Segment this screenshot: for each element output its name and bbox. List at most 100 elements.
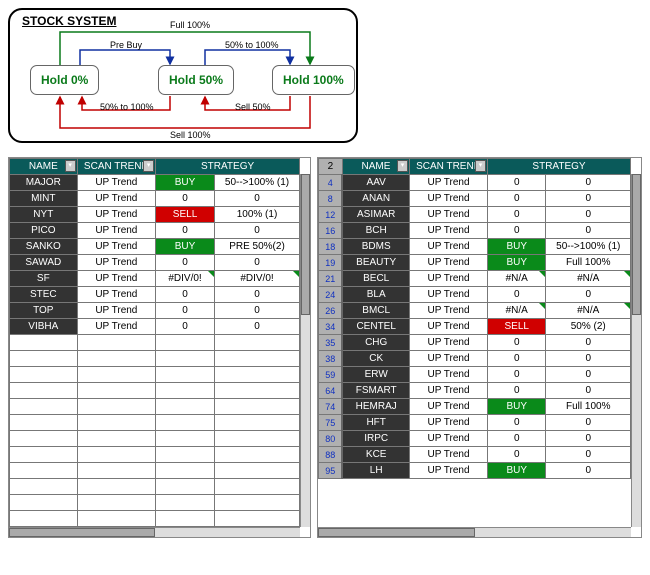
dropdown-icon[interactable]: ▾ [397,160,408,172]
name-cell[interactable]: BDMS [342,239,409,255]
signal-cell[interactable]: #DIV/0! [156,271,215,287]
name-cell[interactable]: CENTEL [342,319,409,335]
value-cell[interactable]: 0 [214,319,299,335]
scan-cell[interactable]: UP Trend [77,271,156,287]
table-row[interactable] [10,447,300,463]
scan-cell[interactable]: UP Trend [77,303,156,319]
value-cell[interactable]: 0 [214,255,299,271]
col-strategy[interactable]: STRATEGY [156,159,300,175]
signal-cell[interactable]: BUY [488,399,546,415]
table-row[interactable] [10,367,300,383]
rownum-cell[interactable]: 74 [319,399,343,415]
value-cell[interactable]: #DIV/0! [214,271,299,287]
rownum-cell[interactable]: 21 [319,271,343,287]
value-cell[interactable]: 50-->100% (1) [546,239,631,255]
name-cell[interactable]: SAWAD [10,255,78,271]
table-row[interactable] [10,415,300,431]
col-name[interactable]: NAME▾ [342,159,409,175]
rownum-cell[interactable]: 95 [319,463,343,479]
table-row[interactable]: 64FSMARTUP Trend00 [319,383,631,399]
scan-cell[interactable]: UP Trend [410,191,488,207]
scan-cell[interactable]: UP Trend [410,431,488,447]
scan-cell[interactable]: UP Trend [410,223,488,239]
signal-cell[interactable]: 0 [488,335,546,351]
name-cell[interactable]: LH [342,463,409,479]
scan-cell[interactable]: UP Trend [410,335,488,351]
signal-cell[interactable]: BUY [156,239,215,255]
table-row[interactable]: 35CHGUP Trend00 [319,335,631,351]
scrollbar-vertical[interactable] [300,174,310,527]
value-cell[interactable]: 0 [214,287,299,303]
dropdown-icon[interactable]: ▾ [143,160,154,172]
scrollbar-horizontal[interactable] [318,527,631,537]
value-cell[interactable]: 0 [546,335,631,351]
table-row[interactable]: 18BDMSUP TrendBUY50-->100% (1) [319,239,631,255]
signal-cell[interactable]: BUY [488,239,546,255]
signal-cell[interactable]: 0 [488,447,546,463]
value-cell[interactable]: 50% (2) [546,319,631,335]
value-cell[interactable]: 0 [546,383,631,399]
name-cell[interactable]: CHG [342,335,409,351]
signal-cell[interactable]: 0 [488,351,546,367]
signal-cell[interactable]: #N/A [488,271,546,287]
rownum-cell[interactable]: 4 [319,175,343,191]
rownum-cell[interactable]: 80 [319,431,343,447]
scan-cell[interactable]: UP Trend [410,463,488,479]
table-row[interactable]: MINTUP Trend00 [10,191,300,207]
value-cell[interactable]: Full 100% [546,255,631,271]
signal-cell[interactable]: 0 [488,383,546,399]
name-cell[interactable]: BLA [342,287,409,303]
signal-cell[interactable]: BUY [156,175,215,191]
signal-cell[interactable]: 0 [488,367,546,383]
scan-cell[interactable]: UP Trend [410,367,488,383]
table-row[interactable] [10,399,300,415]
signal-cell[interactable]: BUY [488,463,546,479]
scan-cell[interactable]: UP Trend [77,239,156,255]
name-cell[interactable]: MAJOR [10,175,78,191]
signal-cell[interactable]: 0 [156,255,215,271]
scan-cell[interactable]: UP Trend [410,303,488,319]
value-cell[interactable]: 50-->100% (1) [214,175,299,191]
col-scan[interactable]: SCAN TREND▾ [77,159,156,175]
table-row[interactable]: TOPUP Trend00 [10,303,300,319]
table-row[interactable]: STECUP Trend00 [10,287,300,303]
rownum-cell[interactable]: 8 [319,191,343,207]
rownum-cell[interactable]: 34 [319,319,343,335]
name-cell[interactable]: AAV [342,175,409,191]
table-row[interactable]: 75HFTUP Trend00 [319,415,631,431]
table-row[interactable] [10,495,300,511]
value-cell[interactable]: 0 [214,191,299,207]
signal-cell[interactable]: 0 [488,223,546,239]
col-scan[interactable]: SCAN TREND▾ [410,159,488,175]
value-cell[interactable]: #N/A [546,303,631,319]
scan-cell[interactable]: UP Trend [77,223,156,239]
table-row[interactable]: VIBHAUP Trend00 [10,319,300,335]
table-row[interactable]: 34CENTELUP TrendSELL50% (2) [319,319,631,335]
name-cell[interactable]: BMCL [342,303,409,319]
name-cell[interactable]: ANAN [342,191,409,207]
value-cell[interactable]: 0 [546,223,631,239]
scrollbar-vertical[interactable] [631,174,641,527]
table-row[interactable]: 12ASIMARUP Trend00 [319,207,631,223]
value-cell[interactable]: 100% (1) [214,207,299,223]
table-row[interactable]: PICOUP Trend00 [10,223,300,239]
scan-cell[interactable]: UP Trend [77,207,156,223]
name-cell[interactable]: IRPC [342,431,409,447]
rownum-cell[interactable]: 75 [319,415,343,431]
signal-cell[interactable]: 0 [488,175,546,191]
table-row[interactable] [10,463,300,479]
scan-cell[interactable]: UP Trend [410,351,488,367]
signal-cell[interactable]: 0 [488,287,546,303]
table-row[interactable]: 95LHUP TrendBUY0 [319,463,631,479]
signal-cell[interactable]: 0 [156,287,215,303]
scan-cell[interactable]: UP Trend [77,319,156,335]
table-row[interactable]: 88KCEUP Trend00 [319,447,631,463]
value-cell[interactable]: 0 [546,447,631,463]
table-row[interactable]: 8ANANUP Trend00 [319,191,631,207]
value-cell[interactable]: #N/A [546,271,631,287]
signal-cell[interactable]: 0 [156,319,215,335]
scan-cell[interactable]: UP Trend [77,175,156,191]
name-cell[interactable]: HFT [342,415,409,431]
table-row[interactable]: SFUP Trend#DIV/0!#DIV/0! [10,271,300,287]
rownum-cell[interactable]: 19 [319,255,343,271]
